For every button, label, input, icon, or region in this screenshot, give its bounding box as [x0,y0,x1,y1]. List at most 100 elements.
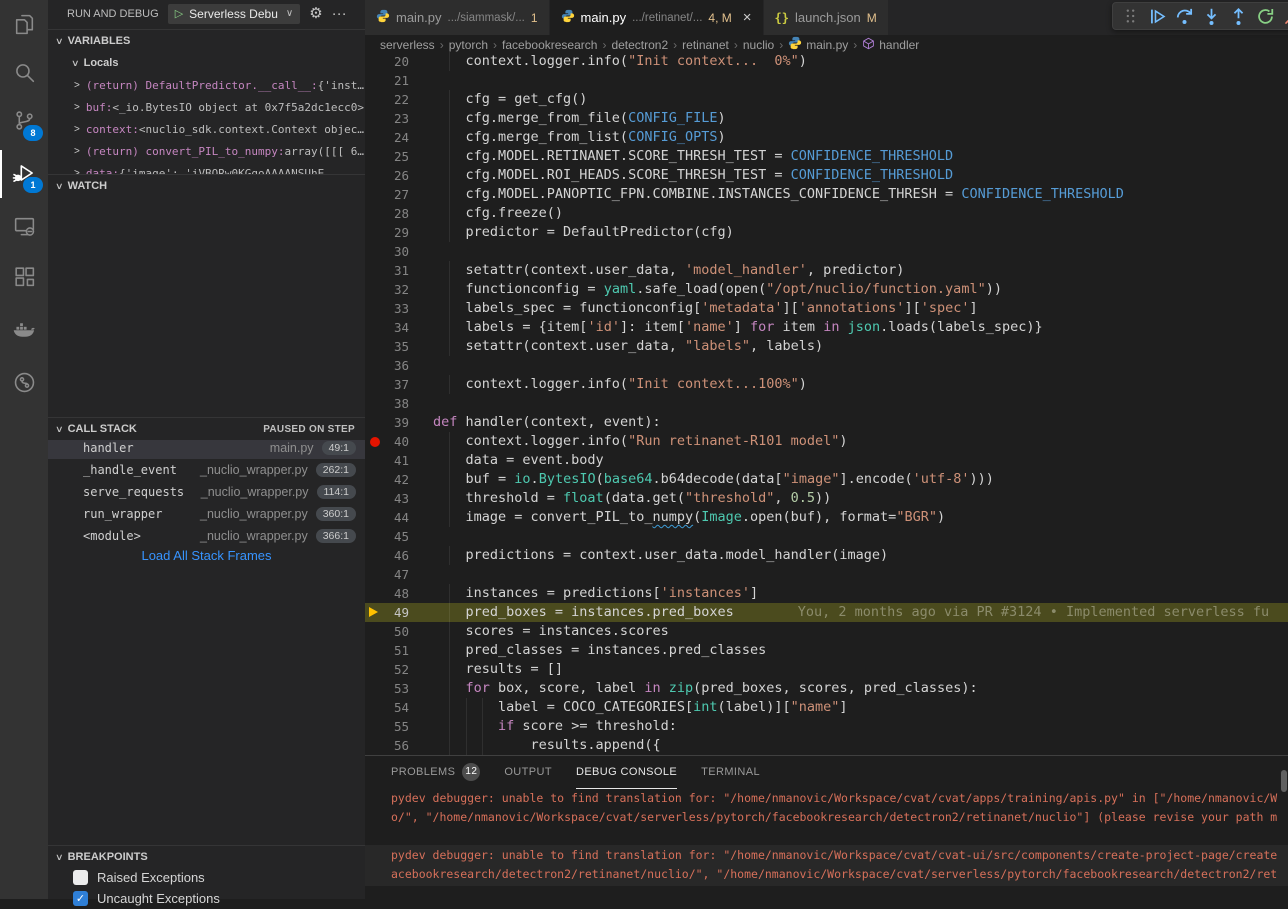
variable-row[interactable]: >(return) convert_PIL_to_numpy: array([[… [48,140,365,162]
step-out-button[interactable] [1227,5,1249,27]
line-number[interactable]: 49 [365,603,409,622]
breadcrumb-item-serverless[interactable]: serverless [380,38,435,52]
variables-section-header[interactable]: ∨ VARIABLES [48,29,365,52]
code-line-37[interactable]: 37 context.logger.info("Init context...1… [365,375,1288,394]
code-line-31[interactable]: 31 setattr(context.user_data, 'model_han… [365,261,1288,280]
call-stack-frame[interactable]: run_wrapper_nuclio_wrapper.py360:1 [48,503,365,525]
activity-item-extensions[interactable] [0,254,48,302]
code-line-36[interactable]: 36 [365,356,1288,375]
line-number[interactable]: 41 [365,451,409,470]
code-line-26[interactable]: 26 cfg.MODEL.ROI_HEADS.SCORE_THRESH_TEST… [365,166,1288,185]
breadcrumb-item-detectron2[interactable]: detectron2 [611,38,668,52]
step-over-button[interactable] [1173,5,1195,27]
line-number[interactable]: 52 [365,660,409,679]
code-line-52[interactable]: 52 results = [] [365,660,1288,679]
line-number[interactable]: 39 [365,413,409,432]
line-number[interactable]: 38 [365,394,409,413]
code-line-24[interactable]: 24 cfg.merge_from_list(CONFIG_OPTS) [365,128,1288,147]
panel-tab-problems[interactable]: PROBLEMS12 [391,756,480,789]
line-number[interactable]: 24 [365,128,409,147]
expand-arrow-icon[interactable]: > [74,80,80,91]
panel-tab-debug-console[interactable]: DEBUG CONSOLE [576,756,677,789]
start-debug-icon[interactable]: ▷ [175,7,183,20]
line-number[interactable]: 35 [365,337,409,356]
breadcrumb-item-nuclio[interactable]: nuclio [743,38,774,52]
step-into-button[interactable] [1200,5,1222,27]
code-line-42[interactable]: 42 buf = io.BytesIO(base64.b64decode(dat… [365,470,1288,489]
code-line-38[interactable]: 38 [365,394,1288,413]
line-number[interactable]: 22 [365,90,409,109]
code-line-22[interactable]: 22 cfg = get_cfg() [365,90,1288,109]
disconnect-button[interactable] [1281,5,1288,27]
activity-item-explorer[interactable] [0,2,48,50]
line-number[interactable]: 46 [365,546,409,565]
line-number[interactable]: 54 [365,698,409,717]
line-number[interactable]: 34 [365,318,409,337]
code-line-35[interactable]: 35 setattr(context.user_data, "labels", … [365,337,1288,356]
code-line-50[interactable]: 50 scores = instances.scores [365,622,1288,641]
panel-scrollbar[interactable] [1281,770,1287,792]
line-number[interactable]: 42 [365,470,409,489]
line-number[interactable]: 37 [365,375,409,394]
code-line-44[interactable]: 44 image = convert_PIL_to_numpy(Image.op… [365,508,1288,527]
checkbox-unchecked[interactable] [73,870,88,885]
code-line-34[interactable]: 34 labels = {item['id']: item['name'] fo… [365,318,1288,337]
toolbar-grip-icon[interactable] [1119,5,1141,27]
code-line-56[interactable]: 56 results.append({ [365,736,1288,755]
line-number[interactable]: 45 [365,527,409,546]
activity-item-source-control[interactable]: 8 [0,98,48,146]
line-number[interactable]: 51 [365,641,409,660]
code-line-33[interactable]: 33 labels_spec = functionconfig['metadat… [365,299,1288,318]
code-line-20[interactable]: 20 context.logger.info("Init context... … [365,52,1288,71]
tab-main-py[interactable]: main.py.../siammask/...1 [365,0,549,35]
watch-section-header[interactable]: ∨ WATCH [48,174,365,197]
debug-config-dropdown[interactable]: ▷ Serverless Debu ∨ [168,4,301,24]
line-number[interactable]: 40 [365,432,409,451]
code-line-28[interactable]: 28 cfg.freeze() [365,204,1288,223]
line-number[interactable]: 53 [365,679,409,698]
line-number[interactable]: 25 [365,147,409,166]
variable-row[interactable]: >(return) DefaultPredictor.__call__: {'i… [48,74,365,96]
variables-scope-locals[interactable]: ∨ Locals [48,52,365,74]
breakpoint-row[interactable]: Raised Exceptions [48,867,365,888]
activity-item-remote-explorer[interactable] [0,204,48,252]
activity-item-docker[interactable] [0,306,48,354]
code-line-39[interactable]: 39def handler(context, event): [365,413,1288,432]
activity-item-run-and-debug[interactable]: 1 [0,150,48,198]
activity-item-resource-graph[interactable] [0,360,48,408]
panel-tab-output[interactable]: OUTPUT [504,756,552,789]
code-line-53[interactable]: 53 for box, score, label in zip(pred_box… [365,679,1288,698]
line-number[interactable]: 33 [365,299,409,318]
line-number[interactable]: 26 [365,166,409,185]
code-line-49[interactable]: 49 pred_boxes = instances.pred_boxesYou,… [365,603,1288,622]
call-stack-frame[interactable]: handlermain.py49:1 [48,437,365,459]
code-line-27[interactable]: 27 cfg.MODEL.PANOPTIC_FPN.COMBINE.INSTAN… [365,185,1288,204]
code-line-46[interactable]: 46 predictions = context.user_data.model… [365,546,1288,565]
code-line-55[interactable]: 55 if score >= threshold: [365,717,1288,736]
breadcrumb-item-handler[interactable]: handler [862,37,919,53]
line-number[interactable]: 27 [365,185,409,204]
line-number[interactable]: 44 [365,508,409,527]
restart-button[interactable] [1254,5,1276,27]
code-line-48[interactable]: 48 instances = predictions['instances'] [365,584,1288,603]
line-number[interactable]: 36 [365,356,409,375]
code-line-41[interactable]: 41 data = event.body [365,451,1288,470]
line-number[interactable]: 20 [365,52,409,71]
line-number[interactable]: 28 [365,204,409,223]
code-line-21[interactable]: 21 [365,71,1288,90]
line-number[interactable]: 23 [365,109,409,128]
line-number[interactable]: 31 [365,261,409,280]
breadcrumb-item-retinanet[interactable]: retinanet [682,38,729,52]
expand-arrow-icon[interactable]: > [74,102,80,113]
close-icon[interactable]: × [743,10,752,25]
call-stack-frame[interactable]: <module>_nuclio_wrapper.py366:1 [48,525,365,547]
code-line-32[interactable]: 32 functionconfig = yaml.safe_load(open(… [365,280,1288,299]
call-stack-frame[interactable]: _handle_event_nuclio_wrapper.py262:1 [48,459,365,481]
activity-item-search[interactable] [0,50,48,98]
load-all-stack-frames-link[interactable]: Load All Stack Frames [48,548,365,563]
breadcrumb-item-main.py[interactable]: main.py [788,36,848,53]
code-editor[interactable]: 20 context.logger.info("Init context... … [365,52,1288,755]
code-line-45[interactable]: 45 [365,527,1288,546]
line-number[interactable]: 47 [365,565,409,584]
expand-arrow-icon[interactable]: > [74,146,80,157]
